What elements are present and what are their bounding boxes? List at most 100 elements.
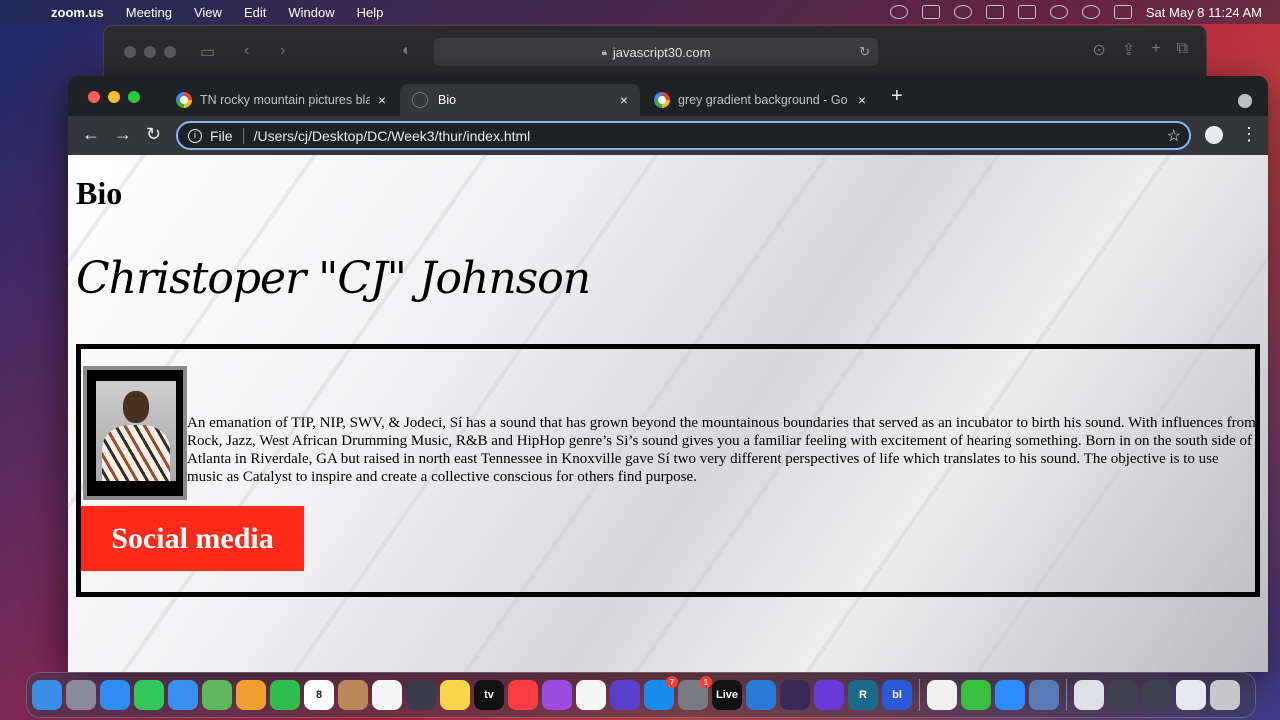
new-tab-icon[interactable]: + <box>1151 40 1160 60</box>
tab-search-icon[interactable] <box>1238 94 1252 108</box>
share-icon[interactable]: ⇪ <box>1122 40 1135 60</box>
reload-icon[interactable]: ↻ <box>859 44 870 60</box>
bio-paragraph: An emanation of TIP, NIP, SWV, & Jodeci,… <box>187 415 1256 485</box>
reload-icon[interactable]: ↻ <box>146 124 161 145</box>
back-arrow-icon[interactable]: ← <box>82 124 100 145</box>
dock-facetime-icon[interactable] <box>270 680 300 710</box>
tab-bio[interactable]: Bio × <box>400 84 640 116</box>
battery-icon[interactable] <box>1017 5 1036 19</box>
eye-icon[interactable] <box>953 5 972 19</box>
dock-calendar-icon[interactable]: 8 <box>304 680 334 710</box>
dock-ableton-live-icon[interactable]: Live <box>712 680 742 710</box>
close-window-button[interactable] <box>88 91 100 103</box>
dock-mail-icon[interactable] <box>168 680 198 710</box>
menu-meeting[interactable]: Meeting <box>115 5 183 20</box>
window-controls[interactable] <box>88 91 140 103</box>
dock-app-silhouette-icon[interactable] <box>961 680 991 710</box>
dock-chrome-icon[interactable] <box>927 680 957 710</box>
bookmark-star-icon[interactable]: ☆ <box>1167 126 1181 146</box>
dock-podcasts-icon[interactable] <box>542 680 572 710</box>
address-scheme-label: File <box>210 127 244 144</box>
safari-address-bar[interactable]: 🔒︎ javascript30.com ↻ <box>434 38 878 66</box>
dock-messages-icon[interactable] <box>134 680 164 710</box>
dock-trash-icon[interactable] <box>1210 680 1240 710</box>
dock-app-store-icon[interactable]: 7 <box>644 676 678 710</box>
dock-app-b-icon[interactable] <box>814 680 844 710</box>
zoom-window-button[interactable] <box>128 91 140 103</box>
back-icon[interactable]: ‹ <box>244 42 249 60</box>
tab-title: Bio <box>438 93 457 107</box>
zoom-status-icon[interactable] <box>921 5 940 19</box>
lock-icon: 🔒︎ <box>601 46 607 58</box>
dock-maps-icon[interactable] <box>202 680 232 710</box>
toolbar: ← → ↻ i File /Users/cj/Desktop/DC/Week3/… <box>68 116 1268 154</box>
close-tab-icon[interactable]: × <box>858 92 866 108</box>
dock-reminders-icon[interactable] <box>372 680 402 710</box>
profile-photo <box>96 381 176 481</box>
tab-rocky-mountain[interactable]: TN rocky mountain pictures bla × <box>164 84 398 116</box>
menu-bar: zoom.us Meeting View Edit Window Help Sa… <box>0 0 1280 24</box>
forward-icon[interactable]: › <box>280 42 285 60</box>
dock-finder-icon[interactable] <box>32 680 62 710</box>
minimize-window-button[interactable] <box>108 91 120 103</box>
menu-edit[interactable]: Edit <box>233 5 277 20</box>
safari-url: javascript30.com <box>612 44 711 60</box>
dock-system-preferences-icon[interactable]: 1 <box>678 676 712 710</box>
dock-music-icon[interactable] <box>508 680 538 710</box>
dock-zoom-icon[interactable] <box>995 680 1025 710</box>
dock-app-bl-icon[interactable]: bl <box>882 680 912 710</box>
profile-avatar-icon[interactable] <box>1205 126 1223 144</box>
dock-safari-icon[interactable] <box>100 680 130 710</box>
dock-vscode-icon[interactable] <box>746 680 776 710</box>
download-icon[interactable]: ⊙ <box>1092 40 1105 60</box>
dock-apple-tv-icon[interactable]: tv <box>474 680 504 710</box>
dock-contacts-icon[interactable] <box>338 680 368 710</box>
social-media-button[interactable]: Social media <box>81 506 304 571</box>
menu-kebab-icon[interactable]: ⋮ <box>1240 124 1258 145</box>
menu-app-name[interactable]: zoom.us <box>40 5 115 20</box>
tab-grey-gradient[interactable]: grey gradient background - Go × <box>642 84 878 116</box>
dock-folder-1-icon[interactable] <box>1108 680 1138 710</box>
screen-mirror-icon[interactable] <box>985 5 1004 19</box>
artist-name: Christoper "CJ" Johnson <box>76 253 591 304</box>
close-tab-icon[interactable]: × <box>378 92 386 108</box>
info-icon[interactable]: i <box>188 128 202 143</box>
sidebar-icon[interactable]: ▭ <box>200 42 215 62</box>
wifi-icon[interactable] <box>1049 5 1068 19</box>
tab-bar: TN rocky mountain pictures bla × Bio × g… <box>68 76 1268 116</box>
dock-news-icon[interactable] <box>576 680 606 710</box>
dock-app-window-icon[interactable] <box>1029 680 1059 710</box>
menu-view[interactable]: View <box>183 5 233 20</box>
dock-app-a-icon[interactable] <box>780 680 810 710</box>
shield-icon[interactable]: ◐ <box>402 42 412 60</box>
page-viewport: Bio Christoper "CJ" Johnson An emanation… <box>68 155 1268 672</box>
address-bar[interactable]: i File /Users/cj/Desktop/DC/Week3/thur/i… <box>176 121 1191 150</box>
menu-help[interactable]: Help <box>346 5 395 20</box>
page-title: Bio <box>76 175 123 211</box>
chrome-window: TN rocky mountain pictures bla × Bio × g… <box>68 76 1268 672</box>
dock-imovie-icon[interactable] <box>610 680 640 710</box>
tab-overview-icon[interactable]: ⧉ <box>1177 40 1188 60</box>
address-path: /Users/cj/Desktop/DC/Week3/thur/index.ht… <box>253 127 531 144</box>
safari-window-controls[interactable] <box>124 46 176 58</box>
close-tab-icon[interactable]: × <box>620 92 628 108</box>
globe-icon <box>412 92 428 108</box>
dock-photos-icon[interactable] <box>236 680 266 710</box>
dock-separator <box>1066 679 1067 711</box>
dock-launchpad-icon[interactable] <box>66 680 96 710</box>
menu-window[interactable]: Window <box>277 5 345 20</box>
creative-cloud-icon[interactable] <box>889 5 908 19</box>
spotlight-search-icon[interactable] <box>1081 5 1100 19</box>
dock-downloads-icon[interactable] <box>1074 680 1104 710</box>
menu-clock[interactable]: Sat May 8 11:24 AM <box>1146 5 1262 20</box>
dock-app-r-icon[interactable]: R <box>848 680 878 710</box>
dock-quicktime-icon[interactable] <box>406 680 436 710</box>
new-tab-button[interactable]: + <box>891 86 903 106</box>
dock-folder-3-icon[interactable] <box>1176 680 1206 710</box>
dock-notes-icon[interactable] <box>440 680 470 710</box>
forward-arrow-icon[interactable]: → <box>114 124 132 145</box>
google-icon <box>176 92 192 108</box>
notification-badge: 7 <box>666 676 678 688</box>
dock-folder-2-icon[interactable] <box>1142 680 1172 710</box>
control-center-icon[interactable] <box>1113 5 1132 19</box>
